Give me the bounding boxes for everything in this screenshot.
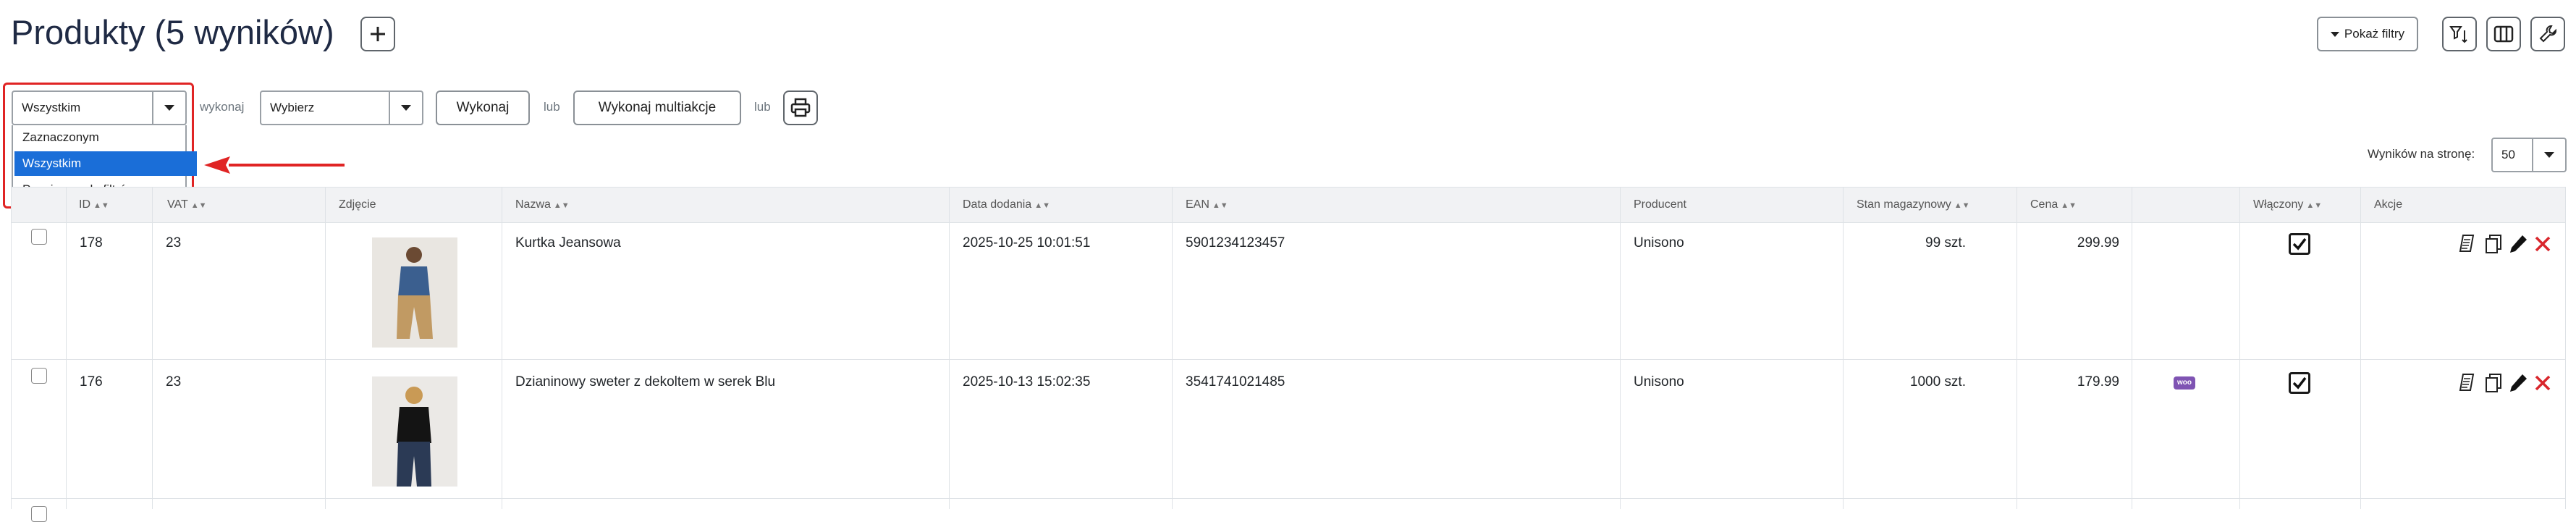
row-vat: 23 (166, 235, 182, 251)
per-page-value: 50 (2501, 148, 2515, 161)
col-producer: Producent (1634, 198, 1686, 211)
action-select-value: Wybierz (270, 101, 315, 114)
show-filters-label: Pokaż filtry (2344, 27, 2405, 41)
row-id: 176 (80, 374, 103, 390)
columns-button[interactable] (2486, 17, 2521, 51)
col-price[interactable]: Cena ▲▼ (2017, 188, 2077, 222)
row-date: 2025-10-25 10:01:51 (963, 235, 1091, 251)
show-filters-button[interactable]: Pokaż filtry (2317, 17, 2418, 51)
col-ean[interactable]: EAN ▲▼ (1173, 188, 1228, 222)
check-icon (2292, 237, 2307, 251)
row-producer: Unisono (1634, 235, 1684, 251)
col-name[interactable]: Nazwa ▲▼ (502, 188, 570, 222)
filter-sort-button[interactable] (2442, 17, 2477, 51)
row-ean: 5901234123457 (1186, 235, 1285, 251)
row-id: 178 (80, 235, 103, 251)
caret-down-icon (401, 105, 411, 111)
per-page-label: Wyników na stronę: (2368, 147, 2475, 161)
row-name[interactable]: Dzianinowy sweter z dekoltem w serek Blu (515, 374, 775, 390)
caret-down-icon (2544, 152, 2554, 158)
caret-down-icon (164, 105, 174, 111)
edit-pencil-icon[interactable] (2508, 233, 2528, 255)
table-header: ID ▲▼ VAT ▲▼ Zdjęcie Nazwa ▲▼ Data dodania ▲… (11, 187, 2566, 223)
printer-icon (790, 98, 811, 117)
scope-option-all[interactable]: Wszystkim (14, 151, 197, 176)
edit-pencil-icon[interactable] (2508, 372, 2528, 394)
scope-select[interactable]: Wszystkim (12, 90, 187, 125)
add-product-button[interactable] (360, 17, 395, 51)
row-checkbox[interactable] (31, 506, 47, 522)
row-stock: 99 szt. (1925, 235, 1966, 251)
row-price: 299.99 (2077, 235, 2119, 251)
wrench-icon (2539, 25, 2556, 43)
row-producer: Unisono (1634, 374, 1684, 390)
duplicate-icon[interactable] (2483, 372, 2504, 394)
enabled-checkbox[interactable] (2289, 372, 2310, 394)
or-label: lub (544, 100, 560, 114)
col-photo: Zdjęcie (339, 198, 376, 211)
product-image (372, 376, 457, 487)
delete-x-icon[interactable] (2533, 233, 2553, 255)
settings-button[interactable] (2530, 17, 2565, 51)
filter-sort-icon (2449, 26, 2467, 43)
duplicate-icon[interactable] (2483, 233, 2504, 255)
caret-down-icon (2330, 31, 2339, 37)
row-stock: 1000 szt. (1909, 374, 1966, 390)
annotation-arrow (204, 156, 345, 174)
col-date[interactable]: Data dodania ▲▼ (950, 188, 1050, 222)
product-photo[interactable] (372, 376, 457, 487)
col-vat[interactable]: VAT ▲▼ (154, 188, 207, 222)
row-checkbox[interactable] (31, 368, 47, 384)
or-label: lub (754, 100, 771, 114)
copy-sheet-icon[interactable] (2457, 372, 2478, 394)
enabled-checkbox[interactable] (2289, 233, 2310, 255)
woocommerce-badge: woo (2174, 376, 2195, 390)
multiaction-button[interactable]: Wykonaj multiakcje (573, 90, 741, 125)
scope-select-value: Wszystkim (22, 101, 81, 114)
print-button[interactable] (783, 90, 818, 125)
action-select[interactable]: Wybierz (260, 90, 423, 125)
row-name[interactable]: Kurtka Jeansowa (515, 235, 621, 251)
row-vat: 23 (166, 374, 182, 390)
per-page-toggle[interactable] (2532, 139, 2565, 171)
copy-sheet-icon[interactable] (2457, 233, 2478, 255)
execute-label: wykonaj (200, 100, 245, 114)
row-date: 2025-10-13 15:02:35 (963, 374, 1091, 390)
col-actions: Akcje (2374, 198, 2403, 211)
action-select-toggle[interactable] (389, 92, 422, 124)
plus-icon (371, 27, 385, 41)
col-enabled[interactable]: Włączony ▲▼ (2240, 188, 2322, 222)
row-price: 179.99 (2077, 374, 2119, 390)
product-image (372, 237, 457, 348)
col-id[interactable]: ID ▲▼ (66, 188, 109, 222)
check-icon (2292, 376, 2307, 390)
col-stock[interactable]: Stan magazynowy ▲▼ (1844, 188, 1970, 222)
columns-icon (2493, 25, 2514, 43)
delete-x-icon[interactable] (2533, 372, 2553, 394)
scope-option-selected-items[interactable]: Zaznaczonym (14, 125, 197, 150)
execute-button[interactable]: Wykonaj (436, 90, 530, 125)
row-checkbox[interactable] (31, 229, 47, 245)
page-title: Produkty (5 wyników) (11, 13, 334, 51)
scope-select-toggle[interactable] (152, 92, 185, 124)
products-table: ID ▲▼ VAT ▲▼ Zdjęcie Nazwa ▲▼ Data dodania ▲… (11, 187, 2566, 522)
row-ean: 3541741021485 (1186, 374, 1285, 390)
product-photo[interactable] (372, 237, 457, 348)
per-page-select[interactable]: 50 (2491, 138, 2567, 172)
